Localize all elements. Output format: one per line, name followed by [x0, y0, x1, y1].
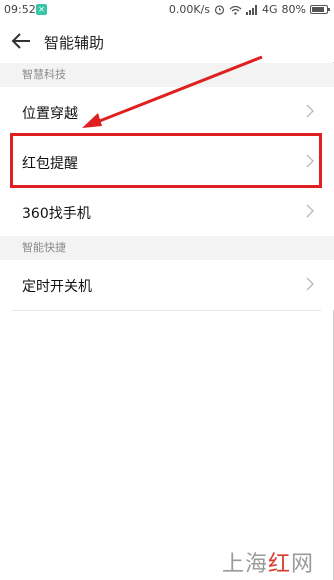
chevron-right-icon: [306, 277, 314, 291]
wifi-icon: [229, 5, 242, 15]
signal-icon: [246, 4, 258, 15]
list-item-label: 红包提醒: [22, 156, 78, 172]
list-item-location-travel[interactable]: 位置穿越: [0, 87, 334, 137]
chevron-right-icon: [306, 204, 314, 218]
network-speed: 0.00K/s: [168, 3, 211, 16]
section-header-smart-shortcut: 智能快捷: [0, 236, 334, 260]
section-header-smart-tech: 智慧科技: [0, 63, 334, 87]
divider: [12, 310, 321, 311]
alarm-icon: [214, 5, 225, 15]
chevron-right-icon: [306, 154, 314, 168]
list-item-scheduled-power[interactable]: 定时开关机: [0, 260, 334, 310]
back-arrow-icon[interactable]: [10, 31, 32, 51]
list-item-red-packet-reminder[interactable]: 红包提醒: [0, 137, 334, 187]
list-item-label: 360找手机: [22, 206, 91, 222]
status-bar: 09:52 ✕ 0.00K/s 4G 80%: [0, 0, 334, 20]
list-item-label: 位置穿越: [22, 106, 78, 122]
battery-icon: [310, 5, 330, 14]
status-right-group: 0.00K/s 4G 80%: [168, 3, 330, 16]
network-type: 4G: [262, 3, 278, 16]
list-item-find-phone[interactable]: 360找手机: [0, 187, 334, 237]
watermark-logo: 上海红网: [222, 552, 315, 577]
battery-percent: 80%: [281, 3, 306, 16]
page-title: 智能辅助: [44, 34, 105, 52]
page-header: 智能辅助: [0, 20, 334, 62]
phone-screen: 09:52 ✕ 0.00K/s 4G 80% 智能辅助 智慧科技 位置穿越 红包…: [0, 0, 334, 580]
list-item-label: 定时开关机: [22, 279, 92, 295]
app-notification-icon: ✕: [36, 4, 47, 15]
status-time: 09:52: [4, 3, 36, 16]
chevron-right-icon: [306, 104, 314, 118]
